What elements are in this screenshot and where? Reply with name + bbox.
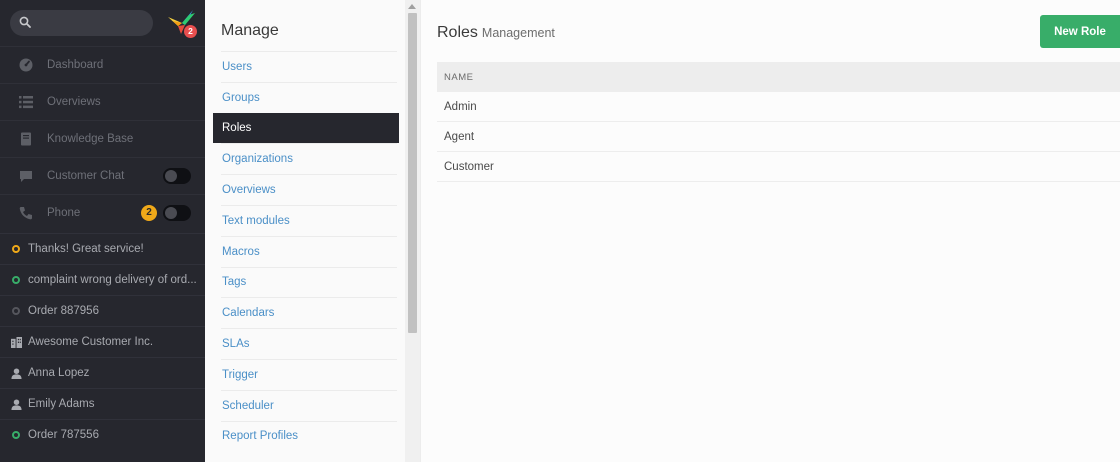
manage-item-report-profiles[interactable]: Report Profiles (221, 420, 397, 452)
table-row[interactable]: Agent (437, 122, 1120, 152)
new-role-button[interactable]: New Role (1040, 15, 1120, 48)
search-input[interactable] (10, 10, 153, 36)
nav-label: Phone (47, 207, 81, 219)
list-icon (18, 94, 34, 110)
scrollbar[interactable] (405, 0, 420, 462)
task-item[interactable]: complaint wrong delivery of ord... (0, 264, 205, 295)
search-icon (19, 16, 31, 31)
ticket-new-icon (10, 274, 22, 286)
app-window: 2 Dashboard Overviews Knowledge Base Cus… (0, 0, 1120, 462)
manage-item-overviews[interactable]: Overviews (221, 174, 397, 205)
manage-item-users[interactable]: Users (221, 51, 397, 82)
manage-menu: Manage Users Groups Roles Organizations … (205, 0, 405, 462)
nav-knowledge-base[interactable]: Knowledge Base (0, 120, 205, 157)
task-label: complaint wrong delivery of ord... (28, 274, 197, 286)
task-item[interactable]: Anna Lopez (0, 357, 205, 388)
chat-icon (18, 168, 34, 184)
nav-label: Dashboard (47, 59, 104, 71)
page-title-sub: Management (481, 26, 555, 40)
manage-item-scheduler[interactable]: Scheduler (221, 389, 397, 421)
phone-count-badge: 2 (141, 205, 157, 221)
manage-list: Users Groups Roles Organizations Overvie… (213, 51, 399, 452)
task-label: Thanks! Great service! (28, 243, 144, 255)
nav-label: Knowledge Base (47, 133, 134, 145)
notification-badge: 2 (184, 25, 197, 38)
task-item[interactable]: Order 887956 (0, 295, 205, 326)
task-label: Order 887956 (28, 305, 99, 317)
ticket-closed-icon (10, 305, 22, 317)
task-item[interactable]: Awesome Customer Inc. (0, 326, 205, 357)
main-sidebar: 2 Dashboard Overviews Knowledge Base Cus… (0, 0, 205, 462)
main-content: Roles Management New Role NAME Admin Agen… (420, 0, 1120, 462)
user-icon (10, 367, 22, 379)
manage-item-text-modules[interactable]: Text modules (221, 204, 397, 236)
organization-icon (10, 336, 22, 348)
task-item[interactable]: Order 787556 (0, 419, 205, 450)
nav-customer-chat[interactable]: Customer Chat (0, 157, 205, 194)
manage-item-groups[interactable]: Groups (221, 81, 397, 113)
task-label: Anna Lopez (28, 367, 90, 379)
task-label: Awesome Customer Inc. (28, 336, 154, 348)
scroll-up-arrow-icon[interactable] (408, 4, 416, 9)
page-title: Roles Management (437, 24, 555, 42)
chat-toggle[interactable] (163, 168, 191, 184)
manage-item-slas[interactable]: SLAs (221, 328, 397, 359)
scrollbar-thumb[interactable] (408, 13, 417, 333)
sidebar-top: 2 (0, 0, 205, 46)
manage-item-trigger[interactable]: Trigger (221, 358, 397, 390)
table-row[interactable]: Customer (437, 152, 1120, 182)
nav-label: Customer Chat (47, 170, 125, 182)
nav-dashboard[interactable]: Dashboard (0, 46, 205, 83)
roles-table: NAME Admin Agent Customer (437, 62, 1120, 182)
logo-icon[interactable]: 2 (165, 7, 197, 39)
manage-item-organizations[interactable]: Organizations (221, 143, 397, 174)
nav-overviews[interactable]: Overviews (0, 83, 205, 120)
phone-toggle[interactable] (163, 205, 191, 221)
nav-label: Overviews (47, 96, 101, 108)
task-item[interactable]: Emily Adams (0, 388, 205, 419)
task-item[interactable]: Thanks! Great service! (0, 233, 205, 264)
ticket-new-icon (10, 429, 22, 441)
dashboard-icon (18, 57, 34, 73)
book-icon (18, 131, 34, 147)
manage-title: Manage (221, 22, 279, 39)
table-row[interactable]: Admin (437, 92, 1120, 122)
task-label: Order 787556 (28, 429, 99, 441)
table-header-name[interactable]: NAME (437, 62, 1120, 92)
page-title-main: Roles (437, 24, 478, 41)
user-icon (10, 398, 22, 410)
ticket-open-icon (10, 243, 22, 255)
task-list: Thanks! Great service! complaint wrong d… (0, 233, 205, 450)
manage-item-calendars[interactable]: Calendars (221, 297, 397, 328)
manage-item-macros[interactable]: Macros (221, 235, 397, 267)
task-label: Emily Adams (28, 398, 95, 410)
manage-item-roles[interactable]: Roles (213, 112, 399, 144)
phone-icon (18, 205, 34, 221)
nav-phone[interactable]: Phone 2 (0, 194, 205, 231)
manage-item-tags[interactable]: Tags (221, 266, 397, 298)
